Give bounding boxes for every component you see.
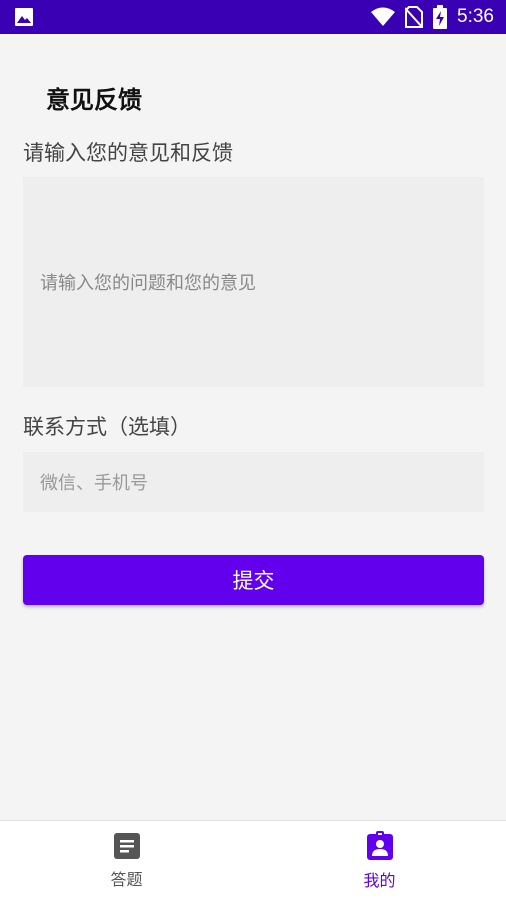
document-icon — [113, 832, 141, 860]
feedback-placeholder: 请输入您的问题和您的意见 — [40, 273, 256, 294]
status-time: 5:36 — [457, 6, 494, 27]
nav-item-quiz[interactable]: 答题 — [0, 821, 253, 900]
status-bar: 5:36 — [0, 0, 506, 34]
feedback-label: 请输入您的意见和反馈 — [23, 141, 233, 165]
submit-button[interactable]: 提交 — [23, 555, 484, 605]
nav-item-mine[interactable]: 我的 — [253, 821, 506, 900]
nav-label-mine: 我的 — [363, 870, 396, 890]
wifi-icon — [371, 7, 396, 27]
no-sim-icon — [405, 6, 424, 28]
feedback-input[interactable]: 请输入您的问题和您的意见 — [23, 177, 484, 387]
nav-label-quiz: 答题 — [110, 869, 143, 889]
status-bar-right: 5:36 — [371, 5, 494, 29]
page-title: 意见反馈 — [46, 86, 142, 114]
contact-label: 联系方式（选填） — [23, 415, 191, 439]
profile-badge-icon — [366, 830, 394, 861]
contact-placeholder: 微信、手机号 — [40, 473, 148, 494]
submit-button-label: 提交 — [232, 569, 275, 593]
contact-input[interactable]: 微信、手机号 — [23, 452, 484, 512]
bottom-nav: 答题 我的 — [0, 820, 506, 900]
status-bar-left — [14, 7, 34, 27]
image-icon — [14, 7, 34, 27]
battery-charging-icon — [433, 5, 448, 29]
